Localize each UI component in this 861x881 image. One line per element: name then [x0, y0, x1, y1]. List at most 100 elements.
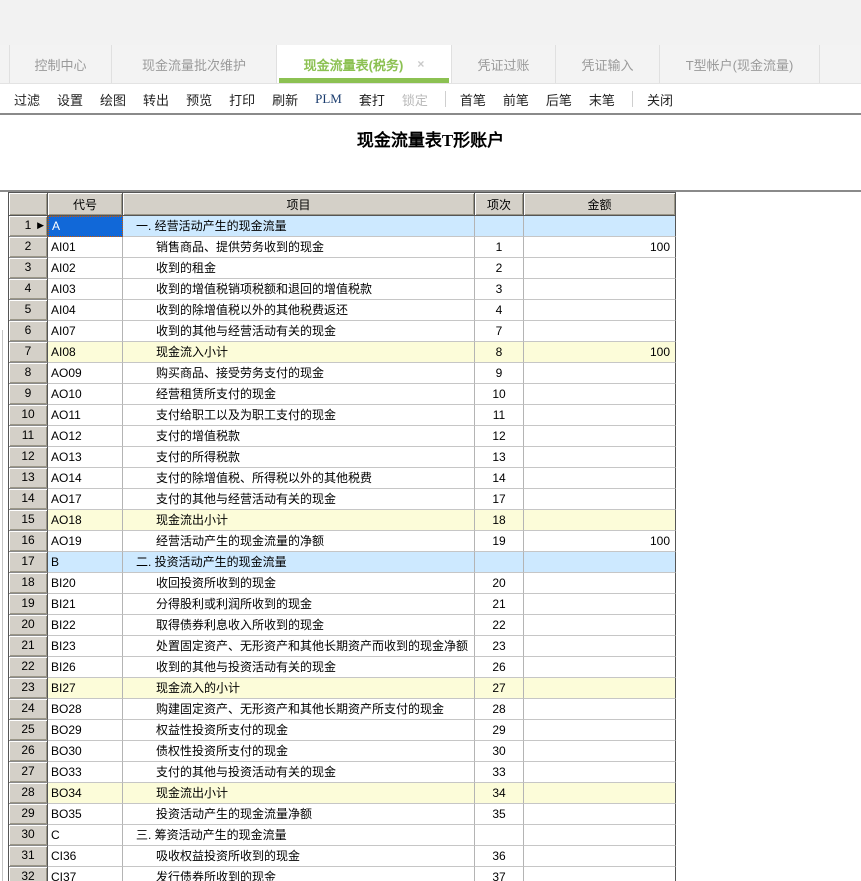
- row-number-cell[interactable]: 12▶: [9, 447, 48, 468]
- draw-chart-button[interactable]: 绘图: [100, 90, 126, 109]
- cell-idx[interactable]: 8: [475, 342, 524, 363]
- cell-item[interactable]: 支付的除增值税、所得税以外的其他税费: [123, 468, 475, 489]
- cell-amount[interactable]: [524, 216, 676, 237]
- tab-cashflow-batch-maintenance[interactable]: 现金流量批次维护: [112, 45, 277, 83]
- cell-idx[interactable]: 30: [475, 741, 524, 762]
- cell-idx[interactable]: 7: [475, 321, 524, 342]
- first-record-button[interactable]: 首笔: [460, 90, 486, 109]
- tab-voucher-posting[interactable]: 凭证过账: [452, 45, 556, 83]
- prev-record-button[interactable]: 前笔: [503, 90, 529, 109]
- cell-amount[interactable]: [524, 489, 676, 510]
- cell-code[interactable]: AI08: [48, 342, 123, 363]
- cell-idx[interactable]: 19: [475, 531, 524, 552]
- cell-item[interactable]: 收到的租金: [123, 258, 475, 279]
- cell-item[interactable]: 现金流入的小计: [123, 678, 475, 699]
- cell-code[interactable]: AO14: [48, 468, 123, 489]
- row-number-cell[interactable]: 27▶: [9, 762, 48, 783]
- cell-code[interactable]: CI36: [48, 846, 123, 867]
- cell-item[interactable]: 经营活动产生的现金流量的净额: [123, 531, 475, 552]
- cell-code[interactable]: BI21: [48, 594, 123, 615]
- cell-item[interactable]: 收到的其他与经营活动有关的现金: [123, 321, 475, 342]
- cell-amount[interactable]: [524, 573, 676, 594]
- cell-item[interactable]: 三. 筹资活动产生的现金流量: [123, 825, 475, 846]
- cell-code[interactable]: AI03: [48, 279, 123, 300]
- cell-amount[interactable]: [524, 720, 676, 741]
- cell-idx[interactable]: 21: [475, 594, 524, 615]
- cell-idx[interactable]: 4: [475, 300, 524, 321]
- cell-code[interactable]: C: [48, 825, 123, 846]
- cell-code[interactable]: AI01: [48, 237, 123, 258]
- cell-code[interactable]: AO13: [48, 447, 123, 468]
- header-idx[interactable]: 项次: [475, 193, 524, 215]
- cell-item[interactable]: 处置固定资产、无形资产和其他长期资产而收到的现金净额: [123, 636, 475, 657]
- cell-idx[interactable]: 34: [475, 783, 524, 804]
- plm-button[interactable]: PLM: [315, 91, 342, 107]
- cell-code[interactable]: BI20: [48, 573, 123, 594]
- cell-code[interactable]: AO18: [48, 510, 123, 531]
- cell-code[interactable]: BI26: [48, 657, 123, 678]
- cell-idx[interactable]: 20: [475, 573, 524, 594]
- cell-amount[interactable]: [524, 699, 676, 720]
- row-number-cell[interactable]: 8▶: [9, 363, 48, 384]
- cell-code[interactable]: B: [48, 552, 123, 573]
- cell-amount[interactable]: [524, 867, 676, 881]
- cell-idx[interactable]: 37: [475, 867, 524, 881]
- cell-code[interactable]: BI23: [48, 636, 123, 657]
- row-number-cell[interactable]: 22▶: [9, 657, 48, 678]
- header-code[interactable]: 代号: [48, 193, 123, 215]
- row-number-cell[interactable]: 20▶: [9, 615, 48, 636]
- cell-idx[interactable]: 12: [475, 426, 524, 447]
- cell-idx[interactable]: 22: [475, 615, 524, 636]
- cell-code[interactable]: BO28: [48, 699, 123, 720]
- cell-item[interactable]: 收到的除增值税以外的其他税费返还: [123, 300, 475, 321]
- cell-idx[interactable]: 18: [475, 510, 524, 531]
- cell-amount[interactable]: [524, 363, 676, 384]
- cell-amount[interactable]: [524, 825, 676, 846]
- cell-code[interactable]: AO17: [48, 489, 123, 510]
- cell-amount[interactable]: [524, 741, 676, 762]
- cell-item[interactable]: 收到的其他与投资活动有关的现金: [123, 657, 475, 678]
- cell-amount[interactable]: 100: [524, 531, 676, 552]
- row-number-cell[interactable]: 23▶: [9, 678, 48, 699]
- cell-idx[interactable]: [475, 216, 524, 237]
- cell-amount[interactable]: [524, 594, 676, 615]
- row-number-cell[interactable]: 6▶: [9, 321, 48, 342]
- cell-amount[interactable]: [524, 762, 676, 783]
- cell-item[interactable]: 二. 投资活动产生的现金流量: [123, 552, 475, 573]
- cell-item[interactable]: 收到的增值税销项税额和退回的增值税款: [123, 279, 475, 300]
- preview-button[interactable]: 预览: [186, 90, 212, 109]
- tab-control-center[interactable]: 控制中心: [10, 45, 112, 83]
- cell-idx[interactable]: 28: [475, 699, 524, 720]
- cell-item[interactable]: 支付的其他与经营活动有关的现金: [123, 489, 475, 510]
- row-number-cell[interactable]: 21▶: [9, 636, 48, 657]
- cell-code[interactable]: AO19: [48, 531, 123, 552]
- row-number-cell[interactable]: 9▶: [9, 384, 48, 405]
- cell-idx[interactable]: 33: [475, 762, 524, 783]
- cell-item[interactable]: 购建固定资产、无形资产和其他长期资产所支付的现金: [123, 699, 475, 720]
- cell-code[interactable]: AI02: [48, 258, 123, 279]
- cell-code[interactable]: A: [48, 216, 123, 237]
- cell-amount[interactable]: [524, 321, 676, 342]
- row-number-cell[interactable]: 5▶: [9, 300, 48, 321]
- row-number-cell[interactable]: 31▶: [9, 846, 48, 867]
- cell-amount[interactable]: [524, 447, 676, 468]
- cell-amount[interactable]: [524, 300, 676, 321]
- cell-amount[interactable]: [524, 678, 676, 699]
- export-button[interactable]: 转出: [143, 90, 169, 109]
- cell-idx[interactable]: 23: [475, 636, 524, 657]
- row-number-cell[interactable]: 3▶: [9, 258, 48, 279]
- last-record-button[interactable]: 末笔: [589, 90, 615, 109]
- cell-amount[interactable]: [524, 279, 676, 300]
- cell-amount[interactable]: [524, 426, 676, 447]
- print-button[interactable]: 打印: [229, 90, 255, 109]
- cell-code[interactable]: BI27: [48, 678, 123, 699]
- cell-idx[interactable]: 17: [475, 489, 524, 510]
- row-number-cell[interactable]: 17▶: [9, 552, 48, 573]
- cell-idx[interactable]: 1: [475, 237, 524, 258]
- cell-code[interactable]: AO11: [48, 405, 123, 426]
- cell-idx[interactable]: [475, 825, 524, 846]
- row-number-cell[interactable]: 28▶: [9, 783, 48, 804]
- cell-amount[interactable]: [524, 405, 676, 426]
- cell-idx[interactable]: 9: [475, 363, 524, 384]
- row-number-cell[interactable]: 14▶: [9, 489, 48, 510]
